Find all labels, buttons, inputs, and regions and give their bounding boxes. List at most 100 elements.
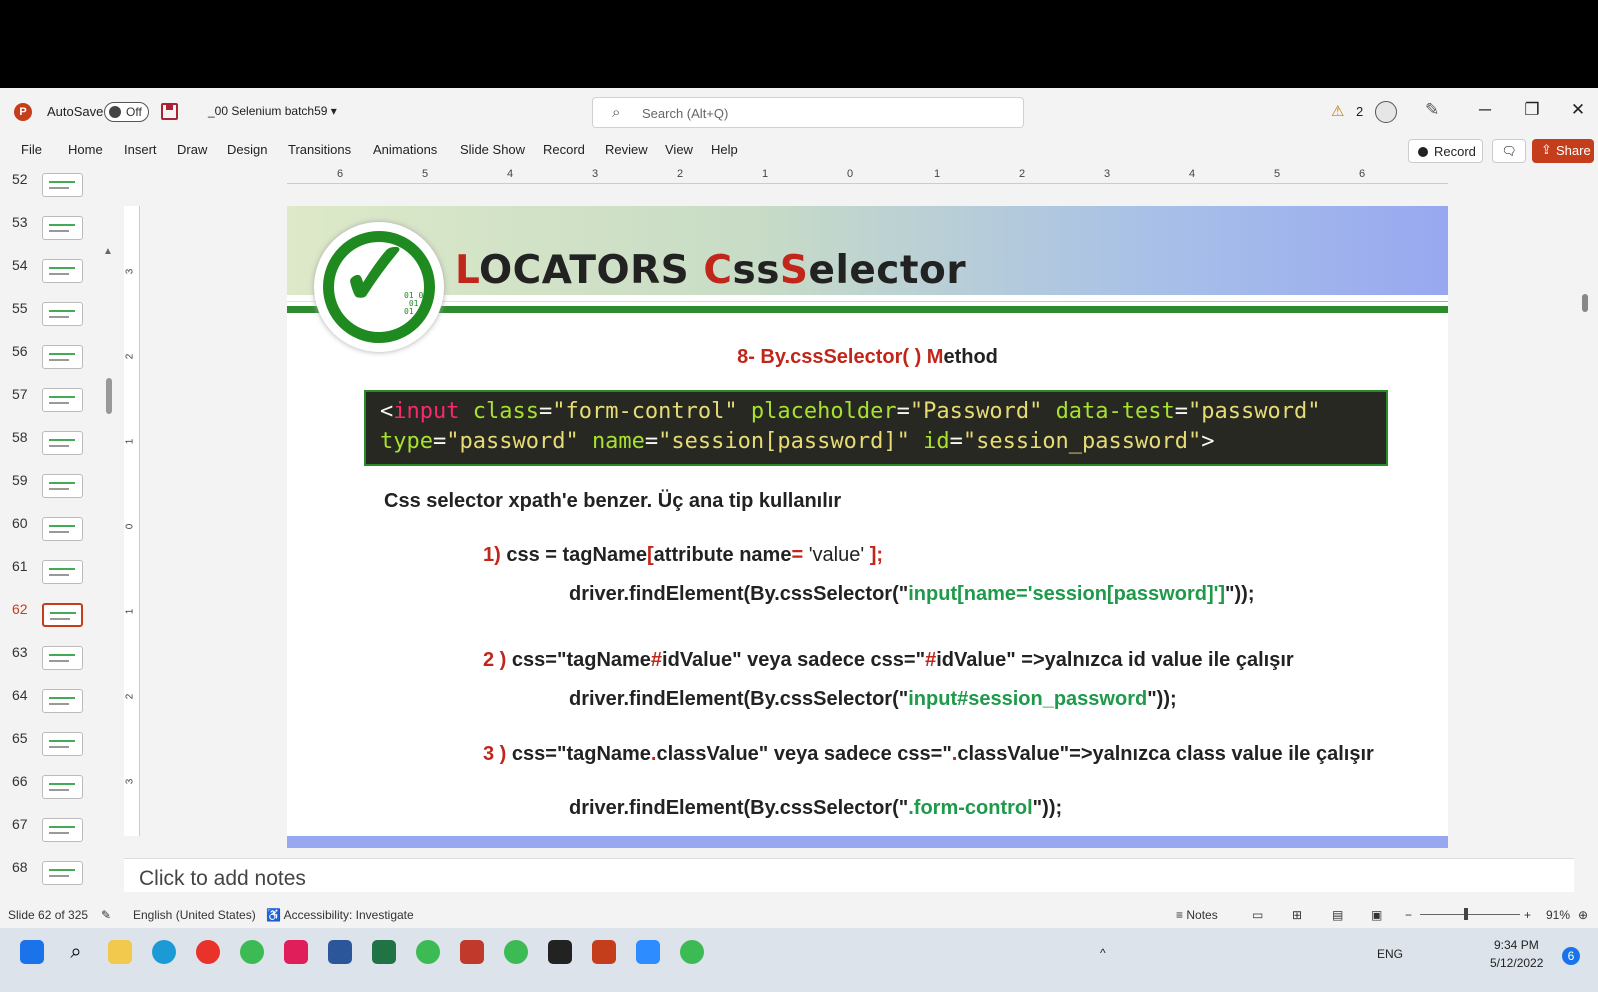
- edge-icon[interactable]: [152, 940, 176, 964]
- save-icon[interactable]: [161, 103, 178, 120]
- code-eq: =: [1174, 399, 1189, 424]
- thumbnail-slide-57[interactable]: 57: [0, 386, 120, 430]
- thumbnail-slide-65[interactable]: 65: [0, 730, 120, 774]
- tab-animations[interactable]: Animations: [373, 142, 437, 157]
- tab-slide-show[interactable]: Slide Show: [460, 142, 525, 157]
- accessibility-status[interactable]: ♿ Accessibility: Investigate: [266, 908, 414, 922]
- normal-view-icon[interactable]: ▭: [1252, 908, 1263, 922]
- record-button[interactable]: Record: [1408, 139, 1483, 163]
- tab-help[interactable]: Help: [711, 142, 738, 157]
- tab-review[interactable]: Review: [605, 142, 648, 157]
- fit-slide-icon[interactable]: ⊕: [1578, 908, 1588, 922]
- chrome-profile-icon[interactable]: [416, 940, 440, 964]
- code-attr: placeholder: [750, 399, 897, 424]
- zoom-out-icon[interactable]: −: [1405, 908, 1412, 922]
- code-eq: =: [432, 429, 447, 454]
- thumbnail-slide-53[interactable]: 53: [0, 214, 120, 258]
- zoom-in-icon[interactable]: +: [1524, 908, 1531, 922]
- notes-button[interactable]: ≡ Notes: [1176, 908, 1218, 922]
- spellcheck-icon[interactable]: ✎: [101, 908, 111, 922]
- opera-icon[interactable]: [196, 940, 220, 964]
- minimize-icon[interactable]: ─: [1470, 100, 1500, 120]
- clock-date[interactable]: 5/12/2022: [1490, 956, 1543, 970]
- notification-badge[interactable]: 6: [1562, 947, 1580, 965]
- warning-icon[interactable]: ⚠: [1331, 102, 1344, 120]
- zoom-app-icon[interactable]: [636, 940, 660, 964]
- thumbnail-number: 59: [12, 472, 28, 488]
- account-avatar[interactable]: [1375, 101, 1397, 123]
- intro-text: Css selector xpath'e benzer. Üç ana tip …: [384, 490, 842, 512]
- rule-text: classValue" veya sadece css=": [656, 743, 952, 765]
- comments-button[interactable]: 🗨: [1492, 139, 1526, 163]
- tab-file[interactable]: File: [21, 142, 42, 157]
- document-name-text: _00 Selenium batch59: [208, 104, 328, 118]
- thumbnail-slide-55[interactable]: 55: [0, 300, 120, 344]
- thumbnail-image: [42, 560, 83, 584]
- thumbnail-number: 67: [12, 816, 28, 832]
- rule-text: idValue" veya sadece css=": [662, 649, 926, 671]
- document-name[interactable]: _00 Selenium batch59 ▾: [208, 104, 337, 118]
- search-icon[interactable]: ⌕: [64, 940, 88, 964]
- thumbnail-slide-64[interactable]: 64: [0, 687, 120, 731]
- thumbnail-slide-61[interactable]: 61: [0, 558, 120, 602]
- thumbnail-slide-52[interactable]: 52: [0, 171, 120, 215]
- share-button[interactable]: Share: [1532, 139, 1594, 163]
- start-icon[interactable]: [20, 940, 44, 964]
- code-value: "password": [446, 429, 579, 454]
- designer-pen-icon[interactable]: ✎: [1425, 100, 1439, 120]
- tab-transitions[interactable]: Transitions: [288, 142, 351, 157]
- thumbnail-slide-60[interactable]: 60: [0, 515, 120, 559]
- thumbnail-slide-67[interactable]: 67: [0, 816, 120, 860]
- slack-icon[interactable]: [284, 940, 308, 964]
- thumbnail-number: 53: [12, 214, 28, 230]
- tab-view[interactable]: View: [665, 142, 693, 157]
- zoom-slider-thumb[interactable]: [1464, 908, 1468, 920]
- autosave-toggle[interactable]: Off: [104, 102, 149, 122]
- checkmark-logo: ✓ 01 01 01 01: [314, 222, 444, 352]
- thumbnail-slide-66[interactable]: 66: [0, 773, 120, 817]
- search-box[interactable]: ⌕ Search (Alt+Q): [592, 97, 1024, 128]
- thumbnail-slide-63[interactable]: 63: [0, 644, 120, 688]
- zoom-level[interactable]: 91%: [1546, 908, 1570, 922]
- code-value: "password": [1188, 399, 1321, 424]
- tab-design[interactable]: Design: [227, 142, 267, 157]
- ruler-mark: 3: [124, 778, 136, 785]
- language-status[interactable]: English (United States): [133, 908, 256, 922]
- thumbnail-slide-58[interactable]: 58: [0, 429, 120, 473]
- restore-icon[interactable]: ❐: [1517, 100, 1547, 120]
- chrome-icon[interactable]: [240, 940, 264, 964]
- tab-draw[interactable]: Draw: [177, 142, 207, 157]
- file-explorer-icon[interactable]: [108, 940, 132, 964]
- tab-insert[interactable]: Insert: [124, 142, 157, 157]
- zoom-slider[interactable]: [1420, 914, 1520, 915]
- close-icon[interactable]: ✕: [1563, 100, 1593, 120]
- scroll-thumb[interactable]: [1582, 294, 1588, 312]
- tab-record[interactable]: Record: [543, 142, 585, 157]
- app-icon[interactable]: [460, 940, 484, 964]
- powerpoint-taskbar-icon[interactable]: [592, 940, 616, 964]
- editor-vertical-scrollbar[interactable]: [1580, 168, 1592, 894]
- ruler-mark: 3: [1104, 168, 1111, 180]
- tray-chevron-icon[interactable]: ^: [1100, 946, 1106, 960]
- tab-home[interactable]: Home: [68, 142, 103, 157]
- chrome-profile-3-icon[interactable]: [680, 940, 704, 964]
- intellij-icon[interactable]: [548, 940, 572, 964]
- clock-time[interactable]: 9:34 PM: [1494, 938, 1539, 952]
- thumbnail-slide-68[interactable]: 68: [0, 859, 120, 900]
- thumbnail-slide-54[interactable]: 54: [0, 257, 120, 301]
- notes-pane[interactable]: Click to add notes: [124, 858, 1574, 892]
- example-1: driver.findElement(By.cssSelector("input…: [569, 583, 1255, 606]
- excel-icon[interactable]: [372, 940, 396, 964]
- thumbnail-slide-62-selected[interactable]: 62: [0, 601, 120, 645]
- thumbnail-slide-59[interactable]: 59: [0, 472, 120, 516]
- word-icon[interactable]: [328, 940, 352, 964]
- chrome-profile-2-icon[interactable]: [504, 940, 528, 964]
- thumbnail-slide-56[interactable]: 56: [0, 343, 120, 387]
- reading-view-icon[interactable]: ▤: [1332, 908, 1343, 922]
- input-language[interactable]: ENG: [1377, 947, 1403, 961]
- slideshow-icon[interactable]: ▣: [1371, 908, 1382, 922]
- title-letter-s: S: [779, 248, 809, 293]
- slide-canvas[interactable]: ✓ 01 01 01 01 LOCATORS CssSelector 8- By…: [287, 206, 1448, 848]
- thumbnail-scrollbar[interactable]: [106, 378, 112, 414]
- slide-sorter-icon[interactable]: ⊞: [1292, 908, 1302, 922]
